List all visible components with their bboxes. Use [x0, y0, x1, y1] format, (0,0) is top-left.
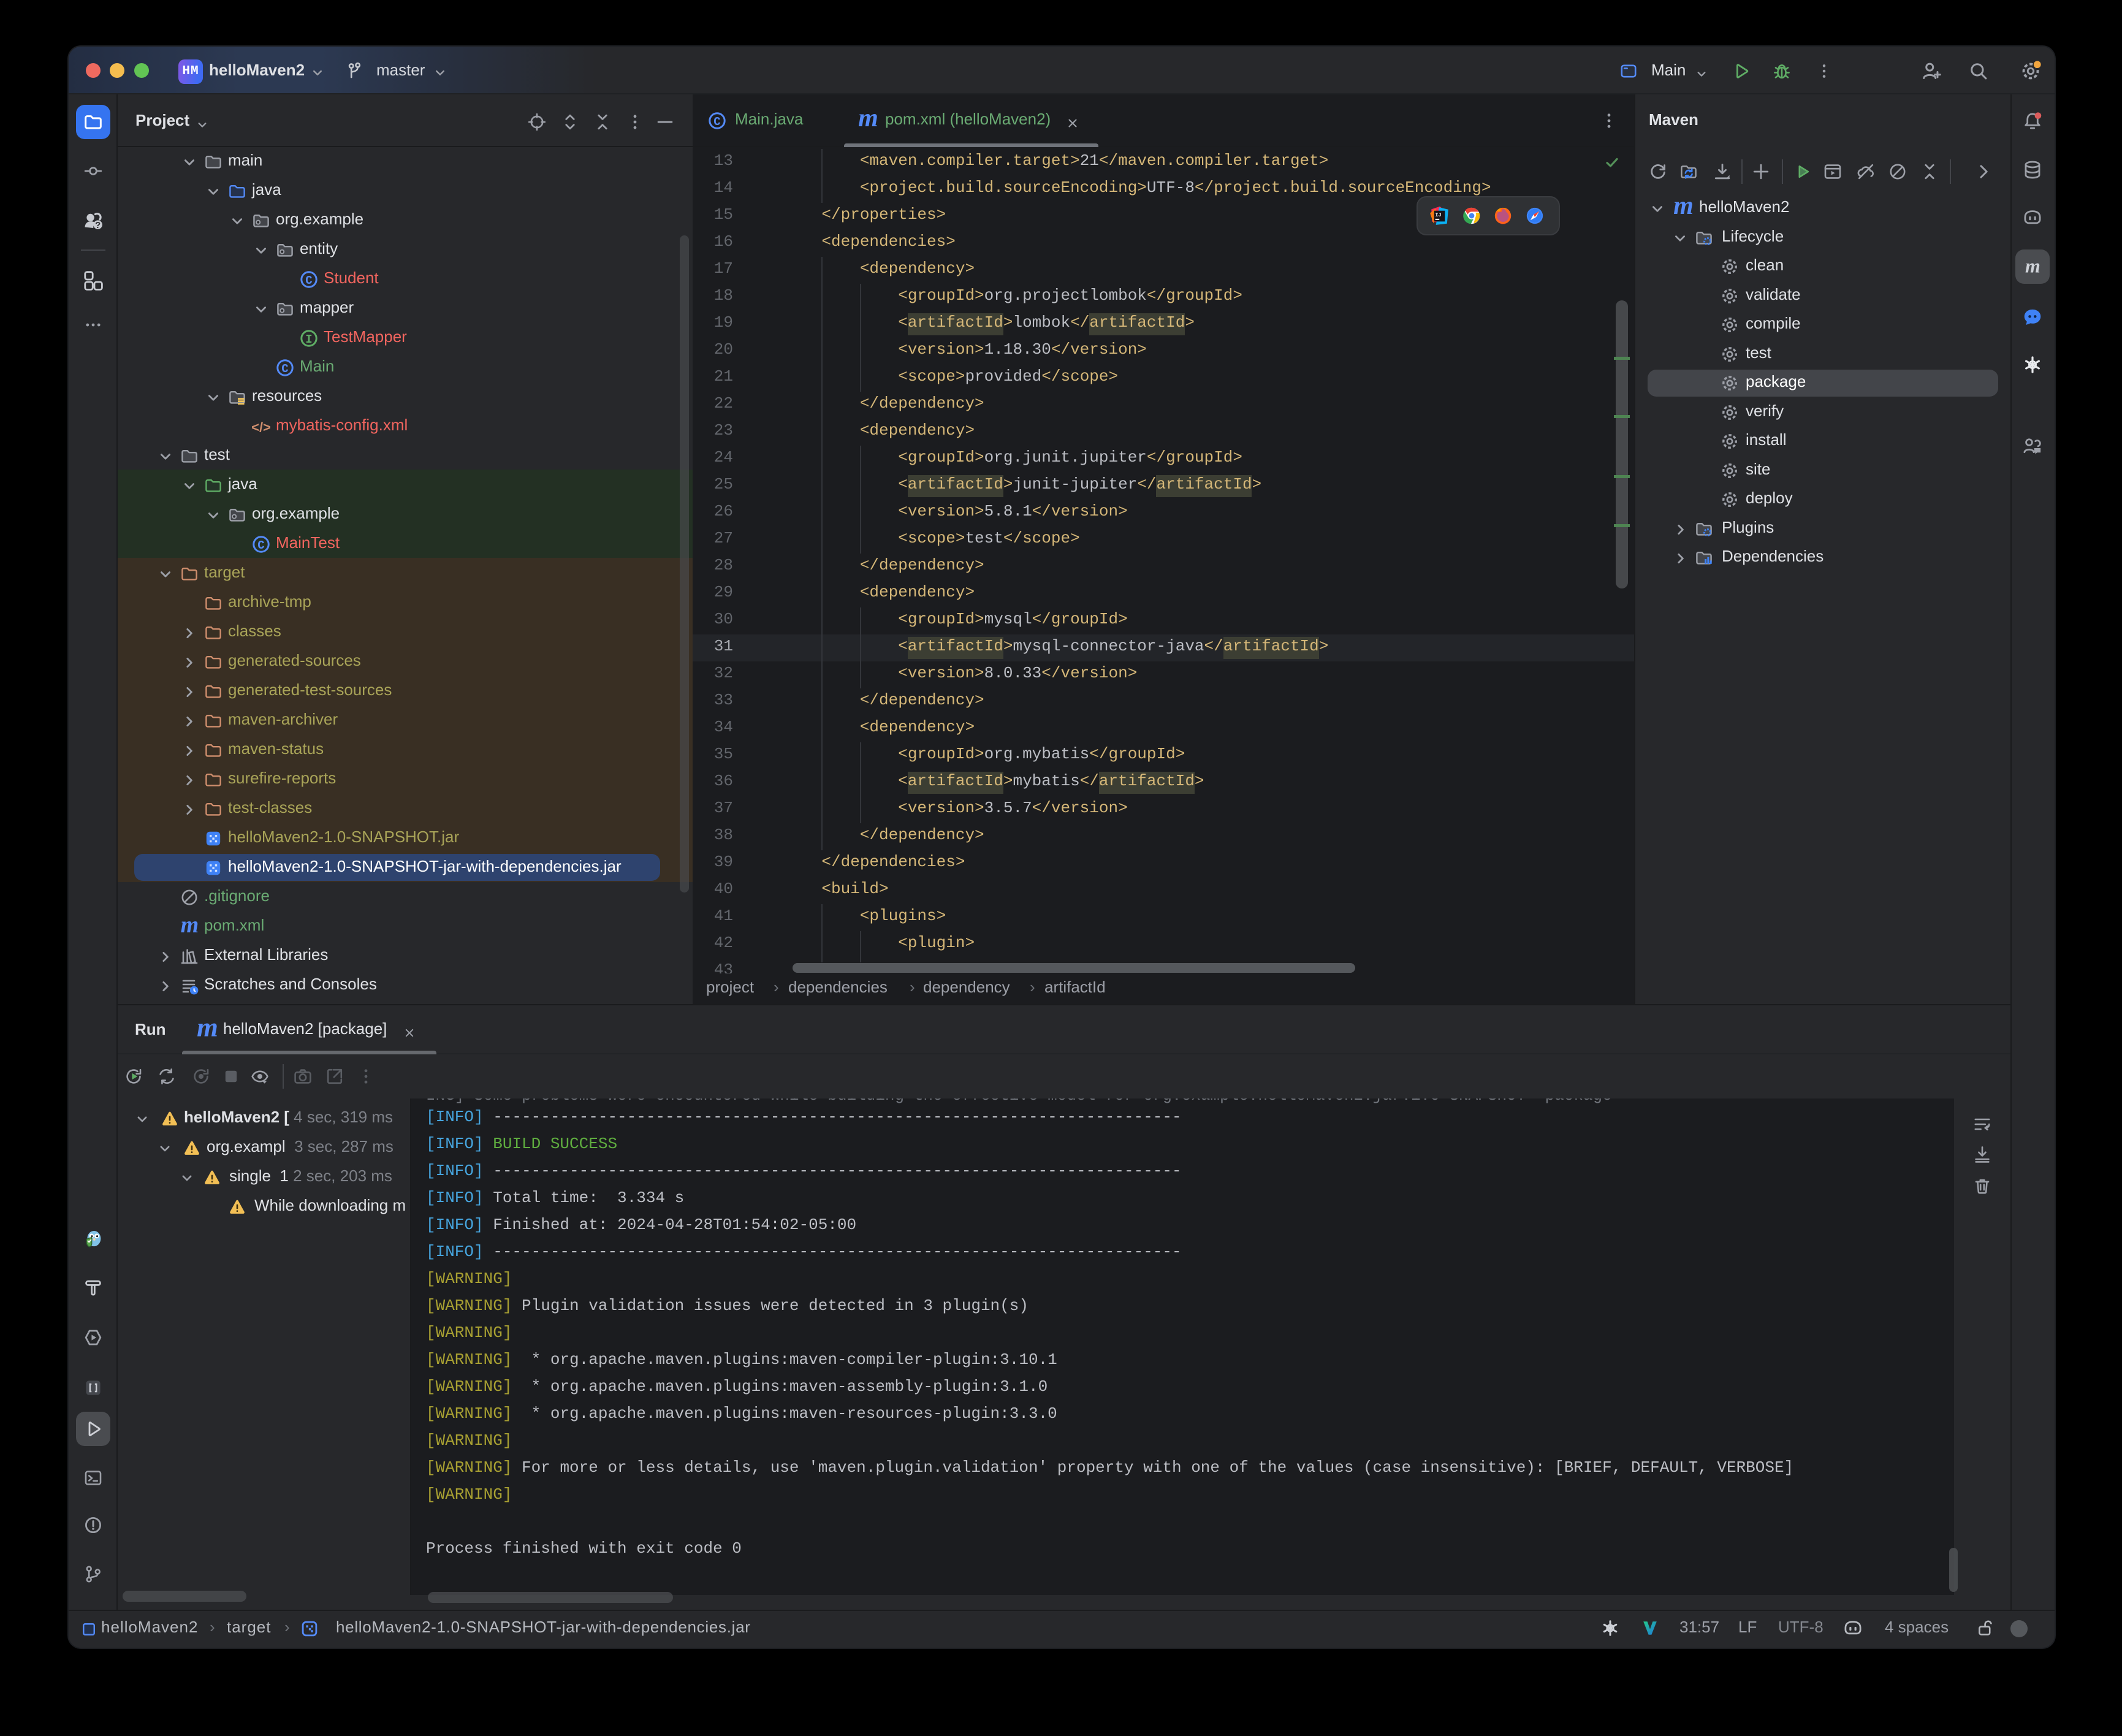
svg-text:m: m: [858, 104, 878, 132]
svg-text:m: m: [2025, 256, 2040, 277]
svg-text:C: C: [281, 362, 288, 376]
svg-text:C: C: [713, 115, 720, 129]
svg-text:I: I: [305, 333, 312, 346]
svg-text:C: C: [257, 539, 264, 552]
svg-text:m: m: [197, 1012, 218, 1043]
svg-text:m: m: [181, 912, 199, 938]
svg-text:IJ: IJ: [1435, 212, 1441, 218]
svg-text:C: C: [305, 274, 312, 287]
svg-text:?: ?: [95, 221, 101, 230]
svg-text:</>: </>: [251, 419, 271, 435]
svg-text:m: m: [1673, 192, 1694, 220]
